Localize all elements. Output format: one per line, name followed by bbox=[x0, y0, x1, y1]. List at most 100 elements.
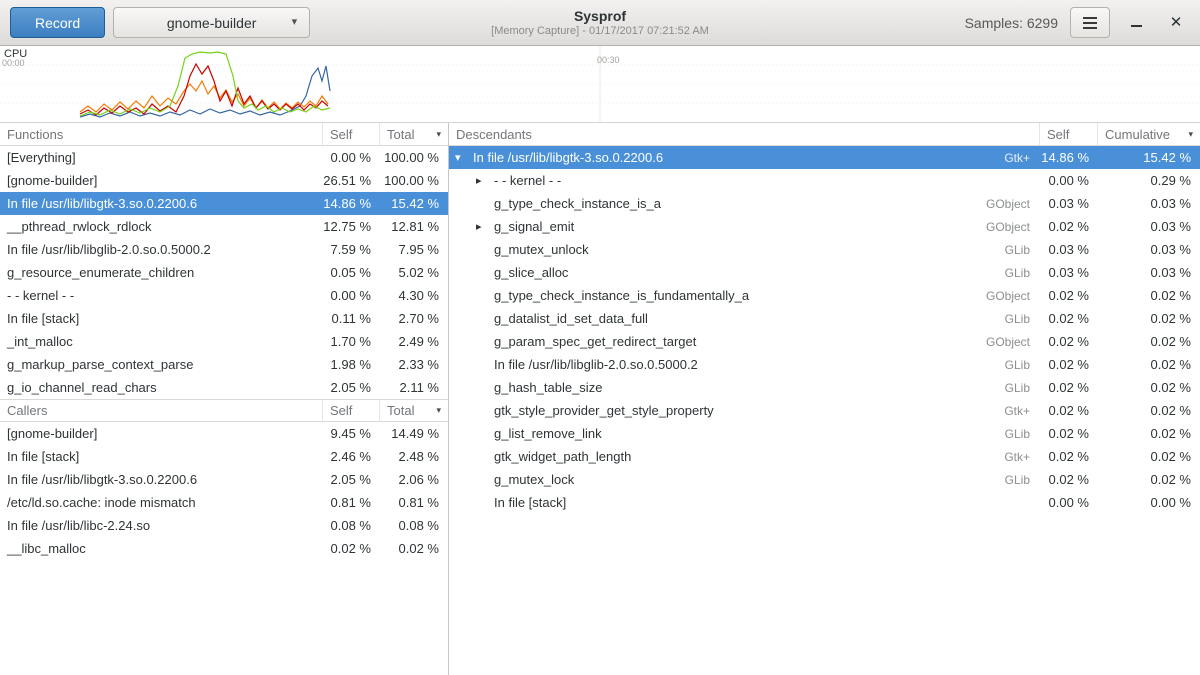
table-row[interactable]: In file /usr/lib/libgtk-3.so.0.2200.62.0… bbox=[0, 468, 448, 491]
column-header-self[interactable]: Self bbox=[323, 123, 380, 145]
tree-row[interactable]: g_list_remove_linkGLib0.02 %0.02 % bbox=[449, 422, 1200, 445]
self-cell: 0.02 % bbox=[1040, 288, 1098, 303]
descendant-name-cell: g_param_spec_get_redirect_target bbox=[492, 334, 986, 349]
function-name-cell: [Everything] bbox=[0, 150, 323, 165]
table-row[interactable]: In file [stack]2.46 %2.48 % bbox=[0, 445, 448, 468]
column-header-total[interactable]: Total ▾ bbox=[380, 123, 448, 145]
caller-name-cell: __libc_malloc bbox=[0, 541, 323, 556]
table-row[interactable]: _int_malloc1.70 %2.49 % bbox=[0, 330, 448, 353]
cumulative-cell: 0.00 % bbox=[1098, 495, 1200, 510]
tree-row[interactable]: ▸- - kernel - -0.00 %0.29 % bbox=[449, 169, 1200, 192]
minimize-button[interactable] bbox=[1122, 9, 1150, 37]
left-pane: Functions Self Total ▾ [Everything]0.00 … bbox=[0, 123, 449, 675]
right-pane: Descendants Self Cumulative ▾ ▾In file /… bbox=[449, 123, 1200, 675]
self-cell: 2.46 % bbox=[323, 449, 380, 464]
self-cell: 0.02 % bbox=[1040, 380, 1098, 395]
cpu-usage-graph[interactable]: CPU 00:00 00:30 bbox=[0, 46, 1200, 123]
descendant-name-cell: g_slice_alloc bbox=[492, 265, 1005, 280]
table-row[interactable]: __pthread_rwlock_rdlock12.75 %12.81 % bbox=[0, 215, 448, 238]
self-cell: 0.11 % bbox=[323, 311, 380, 326]
total-cell: 2.11 % bbox=[380, 380, 448, 395]
tree-row[interactable]: g_mutex_lockGLib0.02 %0.02 % bbox=[449, 468, 1200, 491]
total-cell: 0.08 % bbox=[380, 518, 448, 533]
tree-row[interactable]: ▸g_signal_emitGObject0.02 %0.03 % bbox=[449, 215, 1200, 238]
table-row[interactable]: In file /usr/lib/libglib-2.0.so.0.5000.2… bbox=[0, 238, 448, 261]
functions-table-header: Functions Self Total ▾ bbox=[0, 123, 448, 146]
table-row[interactable]: g_io_channel_read_chars2.05 %2.11 % bbox=[0, 376, 448, 399]
column-header-callers[interactable]: Callers bbox=[0, 400, 323, 421]
total-cell: 2.48 % bbox=[380, 449, 448, 464]
function-name-cell: In file /usr/lib/libglib-2.0.so.0.5000.2 bbox=[0, 242, 323, 257]
function-name-cell: - - kernel - - bbox=[0, 288, 323, 303]
cumulative-cell: 0.02 % bbox=[1098, 334, 1200, 349]
tree-row[interactable]: g_hash_table_sizeGLib0.02 %0.02 % bbox=[449, 376, 1200, 399]
column-header-total[interactable]: Total ▾ bbox=[380, 400, 448, 421]
cumulative-cell: 0.02 % bbox=[1098, 449, 1200, 464]
table-row[interactable]: g_markup_parse_context_parse1.98 %2.33 % bbox=[0, 353, 448, 376]
table-row[interactable]: [Everything]0.00 %100.00 % bbox=[0, 146, 448, 169]
self-cell: 26.51 % bbox=[323, 173, 380, 188]
descendant-name-cell: g_signal_emit bbox=[492, 219, 986, 234]
descendant-name-cell: g_type_check_instance_is_fundamentally_a bbox=[492, 288, 986, 303]
tree-row[interactable]: g_type_check_instance_is_fundamentally_a… bbox=[449, 284, 1200, 307]
process-selector-dropdown[interactable]: gnome-builder ▾ bbox=[113, 7, 310, 38]
tree-row[interactable]: In file /usr/lib/libglib-2.0.so.0.5000.2… bbox=[449, 353, 1200, 376]
tree-row[interactable]: g_mutex_unlockGLib0.03 %0.03 % bbox=[449, 238, 1200, 261]
menu-button[interactable] bbox=[1070, 7, 1110, 38]
column-header-cumulative[interactable]: Cumulative ▾ bbox=[1098, 123, 1200, 145]
table-row[interactable]: In file /usr/lib/libgtk-3.so.0.2200.614.… bbox=[0, 192, 448, 215]
total-cell: 100.00 % bbox=[380, 150, 448, 165]
expander-right-icon[interactable]: ▸ bbox=[475, 174, 492, 187]
category-label: GLib bbox=[1005, 312, 1040, 326]
callers-table-header: Callers Self Total ▾ bbox=[0, 399, 448, 422]
tree-row[interactable]: g_type_check_instance_is_aGObject0.03 %0… bbox=[449, 192, 1200, 215]
descendant-name-cell: In file [stack] bbox=[492, 495, 1030, 510]
self-cell: 0.02 % bbox=[1040, 334, 1098, 349]
self-cell: 0.00 % bbox=[323, 150, 380, 165]
category-label: GLib bbox=[1005, 358, 1040, 372]
table-row[interactable]: - - kernel - -0.00 %4.30 % bbox=[0, 284, 448, 307]
process-selector-label: gnome-builder bbox=[167, 15, 257, 31]
self-cell: 1.70 % bbox=[323, 334, 380, 349]
table-row[interactable]: /etc/ld.so.cache: inode mismatch0.81 %0.… bbox=[0, 491, 448, 514]
descendant-name-cell: In file /usr/lib/libgtk-3.so.0.2200.6 bbox=[471, 150, 1004, 165]
cumulative-cell: 0.03 % bbox=[1098, 265, 1200, 280]
column-header-functions[interactable]: Functions bbox=[0, 123, 323, 145]
tree-row[interactable]: g_param_spec_get_redirect_targetGObject0… bbox=[449, 330, 1200, 353]
column-header-self[interactable]: Self bbox=[323, 400, 380, 421]
tree-row[interactable]: gtk_widget_path_lengthGtk+0.02 %0.02 % bbox=[449, 445, 1200, 468]
close-button[interactable]: ✕ bbox=[1162, 9, 1190, 37]
table-row[interactable]: In file /usr/lib/libc-2.24.so0.08 %0.08 … bbox=[0, 514, 448, 537]
self-cell: 0.02 % bbox=[1040, 449, 1098, 464]
function-name-cell: [gnome-builder] bbox=[0, 173, 323, 188]
table-row[interactable]: [gnome-builder]26.51 %100.00 % bbox=[0, 169, 448, 192]
close-icon: ✕ bbox=[1170, 15, 1183, 30]
caller-name-cell: [gnome-builder] bbox=[0, 426, 323, 441]
sort-arrow-icon: ▾ bbox=[436, 129, 441, 140]
tree-row[interactable]: g_slice_allocGLib0.03 %0.03 % bbox=[449, 261, 1200, 284]
self-cell: 0.02 % bbox=[1040, 311, 1098, 326]
table-row[interactable]: In file [stack]0.11 %2.70 % bbox=[0, 307, 448, 330]
column-header-descendants[interactable]: Descendants bbox=[449, 123, 1040, 145]
table-row[interactable]: __libc_malloc0.02 %0.02 % bbox=[0, 537, 448, 560]
self-cell: 0.00 % bbox=[1040, 173, 1098, 188]
function-name-cell: g_resource_enumerate_children bbox=[0, 265, 323, 280]
total-cell: 2.49 % bbox=[380, 334, 448, 349]
tree-row[interactable]: ▾In file /usr/lib/libgtk-3.so.0.2200.6Gt… bbox=[449, 146, 1200, 169]
self-cell: 2.05 % bbox=[323, 472, 380, 487]
total-cell: 0.81 % bbox=[380, 495, 448, 510]
expander-right-icon[interactable]: ▸ bbox=[475, 220, 492, 233]
expander-down-icon[interactable]: ▾ bbox=[454, 151, 471, 164]
table-row[interactable]: g_resource_enumerate_children0.05 %5.02 … bbox=[0, 261, 448, 284]
self-cell: 14.86 % bbox=[323, 196, 380, 211]
table-row[interactable]: [gnome-builder]9.45 %14.49 % bbox=[0, 422, 448, 445]
descendants-table-header: Descendants Self Cumulative ▾ bbox=[449, 123, 1200, 146]
tree-row[interactable]: In file [stack]0.00 %0.00 % bbox=[449, 491, 1200, 514]
tree-row[interactable]: g_datalist_id_set_data_fullGLib0.02 %0.0… bbox=[449, 307, 1200, 330]
record-button[interactable]: Record bbox=[10, 7, 105, 38]
total-cell: 0.02 % bbox=[380, 541, 448, 556]
self-cell: 0.03 % bbox=[1040, 196, 1098, 211]
header-bar: Record gnome-builder ▾ Sysprof [Memory C… bbox=[0, 0, 1200, 46]
column-header-self[interactable]: Self bbox=[1040, 123, 1098, 145]
tree-row[interactable]: gtk_style_provider_get_style_propertyGtk… bbox=[449, 399, 1200, 422]
